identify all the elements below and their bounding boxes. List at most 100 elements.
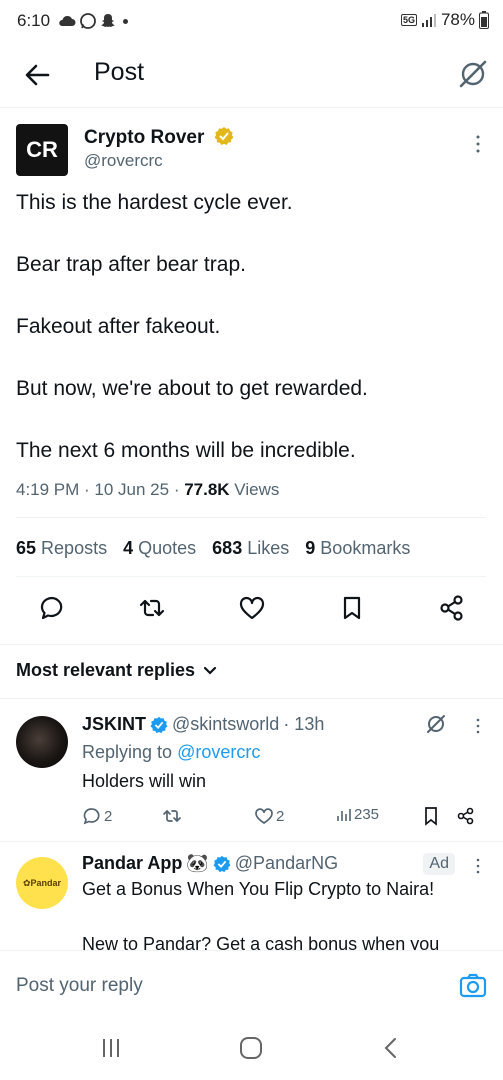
reply-bookmark-button[interactable] — [422, 806, 440, 826]
replies-sort-label: Most relevant replies — [16, 660, 196, 680]
reply-icon — [83, 808, 100, 825]
likes-stat[interactable]: 683 Likes — [212, 538, 289, 559]
reply-like-count: 2 — [276, 807, 285, 825]
post-header: Post — [0, 44, 503, 108]
author-avatar[interactable]: CR — [16, 124, 68, 176]
repost-icon[interactable] — [138, 594, 166, 622]
ad-author-handle[interactable]: @PandarNG — [235, 853, 338, 874]
tweet-meta: 4:19 PM · 10 Jun 25 · 77.8K Views — [16, 480, 279, 500]
tweet-text: This is the hardest cycle ever. Bear tra… — [16, 190, 486, 500]
reposts-count: 65 — [16, 538, 37, 558]
reply-input[interactable]: Post your reply — [16, 975, 143, 997]
reply-views-button[interactable]: 235 — [336, 806, 379, 823]
tweet-stats: 65 Reposts 4 Quotes 683 Likes 9 Bookmark… — [16, 538, 410, 559]
dot-icon — [123, 18, 128, 24]
avatar-logo-text: CR — [26, 137, 58, 162]
like-icon[interactable] — [238, 594, 266, 622]
ad-author-name[interactable]: Pandar App — [82, 853, 182, 874]
author-name-text: Crypto Rover — [84, 127, 205, 148]
author-handle[interactable]: @rovercrc — [84, 151, 163, 171]
notification-icons — [58, 12, 128, 30]
reply-author-handle[interactable]: @skintsworld — [172, 714, 279, 735]
ad-avatar-logo: ✿Pandar — [22, 877, 62, 888]
reply-like-button[interactable]: 2 — [254, 806, 284, 826]
ad-text-continued: New to Pandar? Get a cash bonus when you — [82, 934, 440, 950]
tweet-line: Bear trap after bear trap. — [16, 253, 246, 276]
panda-emoji: 🐼 — [186, 853, 209, 873]
reply-view-count: 235 — [354, 806, 380, 823]
views-count[interactable]: 77.8K — [184, 480, 229, 499]
cloud-icon — [59, 15, 76, 26]
verified-blue-icon — [150, 716, 168, 733]
reply-author-name[interactable]: JSKINT — [82, 714, 146, 735]
reply-time: · 13h — [283, 714, 325, 734]
reply-reply-button[interactable]: 2 — [82, 806, 112, 826]
signal-icon — [421, 14, 436, 27]
views-icon — [337, 808, 351, 821]
likes-count: 683 — [212, 538, 243, 558]
share-icon[interactable] — [438, 594, 466, 622]
recent-apps-icon[interactable] — [98, 1036, 124, 1060]
grok-icon[interactable] — [425, 713, 447, 735]
bookmarks-stat[interactable]: 9 Bookmarks — [305, 538, 410, 559]
verified-gold-icon — [214, 127, 234, 145]
reply-avatar[interactable] — [16, 716, 68, 768]
status-bar: 6:10 5G 78% — [0, 0, 503, 44]
reply-repost-button[interactable] — [162, 806, 182, 826]
bookmark-icon[interactable] — [338, 594, 366, 622]
reply-composer: Post your reply — [0, 950, 503, 1012]
divider — [0, 644, 503, 645]
ad-avatar[interactable]: ✿Pandar — [16, 857, 68, 909]
quotes-stat[interactable]: 4 Quotes — [123, 538, 196, 559]
status-right: 5G 78% — [400, 10, 489, 30]
replies-sort-dropdown[interactable]: Most relevant replies — [16, 660, 217, 681]
author-name[interactable]: Crypto Rover — [84, 126, 234, 149]
quotes-label: Quotes — [138, 538, 197, 558]
tweet-line: The next 6 months will be incredible. — [16, 439, 356, 462]
tweet-actions — [0, 594, 503, 626]
reply-icon[interactable] — [38, 594, 66, 622]
divider — [0, 841, 503, 842]
repost-icon — [163, 809, 181, 823]
divider — [16, 517, 486, 518]
android-nav-bar — [0, 1012, 503, 1080]
grok-icon[interactable] — [457, 58, 489, 90]
reply-share-button[interactable] — [456, 806, 476, 826]
back-arrow-icon[interactable] — [22, 60, 52, 90]
ad-text: Get a Bonus When You Flip Crypto to Nair… — [82, 879, 435, 899]
tweet-line: This is the hardest cycle ever. — [16, 191, 293, 214]
reply-header: JSKINT @skintsworld · 13h — [82, 714, 324, 735]
tweet-line: But now, we're about to get rewarded. — [16, 377, 368, 400]
battery-percent: 78% — [440, 10, 475, 29]
replying-to-handle[interactable]: @rovercrc — [177, 742, 260, 762]
network-badge: 5G — [400, 14, 417, 26]
reposts-label: Reposts — [41, 538, 108, 558]
page-title: Post — [94, 58, 145, 86]
more-options-icon[interactable] — [473, 716, 483, 736]
ad-header: Pandar App 🐼 @PandarNG — [82, 853, 338, 874]
reply-text: Holders will win — [82, 771, 207, 791]
divider — [0, 698, 503, 699]
whatsapp-icon — [80, 13, 96, 29]
share-icon — [457, 807, 474, 825]
bookmarks-label: Bookmarks — [320, 538, 411, 558]
snapchat-icon — [101, 14, 115, 27]
tweet-timestamp: 4:19 PM · 10 Jun 25 · — [16, 480, 185, 499]
reply-actions: 2 2 235 — [82, 806, 482, 830]
verified-blue-icon — [213, 855, 231, 872]
camera-icon[interactable] — [459, 971, 487, 999]
tweet-line: Fakeout after fakeout. — [16, 315, 221, 338]
likes-label: Likes — [247, 538, 290, 558]
like-icon — [255, 808, 273, 825]
home-icon[interactable] — [238, 1036, 264, 1060]
divider — [16, 576, 486, 577]
more-options-icon[interactable] — [473, 856, 483, 876]
views-label: Views — [229, 480, 280, 499]
more-options-icon[interactable] — [471, 132, 485, 156]
ad-badge: Ad — [423, 853, 455, 875]
replying-prefix: Replying to — [82, 742, 178, 762]
quotes-count: 4 — [123, 538, 134, 558]
back-nav-icon[interactable] — [378, 1036, 404, 1060]
reposts-stat[interactable]: 65 Reposts — [16, 538, 107, 559]
status-time: 6:10 — [17, 11, 51, 30]
